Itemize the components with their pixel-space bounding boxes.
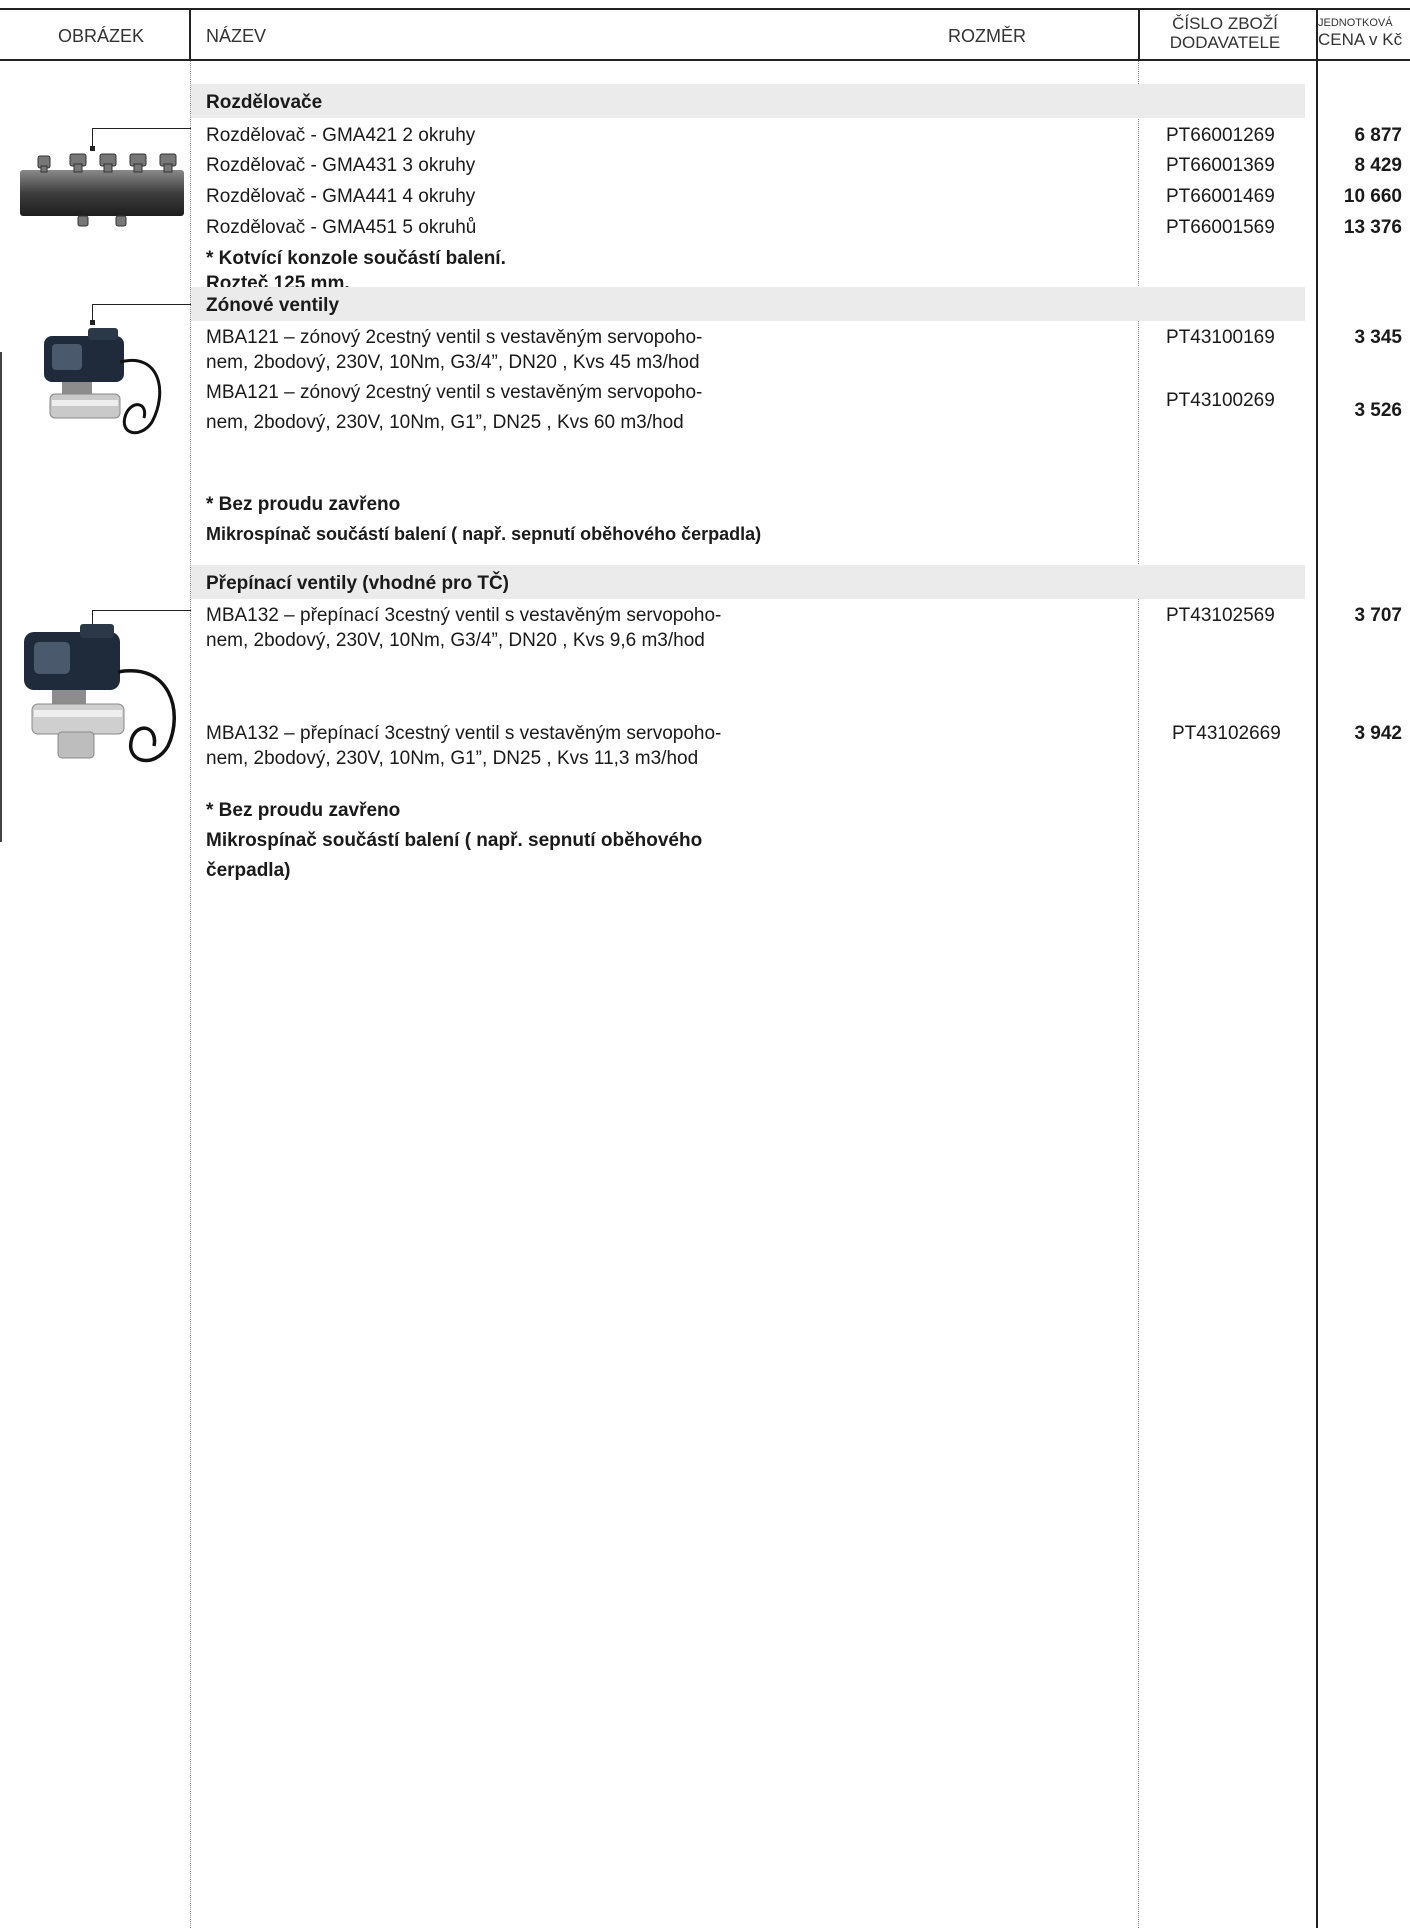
product-name-cont: nem, 2bodový, 230V, 10Nm, G3/4”, DN20 , … — [206, 352, 700, 373]
product-name: Rozdělovač - GMA431 3 okruhy — [206, 155, 476, 176]
product-price: 3 526 — [1354, 400, 1402, 421]
product-code: PT43102669 — [1172, 723, 1281, 744]
image-leader-line — [92, 128, 191, 149]
product-name: MBA121 – zónový 2cestný ventil s vestavě… — [206, 382, 703, 403]
section-header-bg — [191, 287, 1305, 321]
product-price: 8 429 — [1354, 155, 1402, 176]
product-price: 6 877 — [1354, 125, 1402, 146]
product-price: 3 942 — [1354, 723, 1402, 744]
product-code: PT43100169 — [1166, 327, 1275, 348]
manifold-product-photo — [20, 153, 184, 227]
product-name: Rozdělovač - GMA421 2 okruhy — [206, 125, 476, 146]
product-code: PT66001569 — [1166, 217, 1275, 238]
section-note: Mikrospínač součástí balení ( např. sepn… — [206, 524, 762, 544]
product-name: MBA132 – přepínací 3cestný ventil s vest… — [206, 605, 722, 626]
product-name-cont: nem, 2bodový, 230V, 10Nm, G3/4”, DN20 , … — [206, 630, 705, 651]
col-separator — [1138, 8, 1140, 61]
col-header-image: OBRÁZEK — [58, 26, 145, 46]
zone-valve-product-photo — [44, 328, 162, 435]
product-name: MBA121 – zónový 2cestný ventil s vestavě… — [206, 327, 703, 348]
product-price: 13 376 — [1343, 217, 1402, 238]
section-note: Mikrospínač součástí balení ( např. sepn… — [206, 830, 703, 851]
col-dotted-separator — [1138, 61, 1139, 1928]
switching-valve-product-photo — [24, 624, 176, 763]
product-name-cont: nem, 2bodový, 230V, 10Nm, G1”, DN25 , Kv… — [206, 412, 684, 433]
col-separator-price — [1316, 8, 1318, 1928]
header-bottom-rule — [0, 59, 1410, 61]
section-title: Přepínací ventily (vhodné pro TČ) — [206, 573, 509, 594]
section-note: čerpadla) — [206, 860, 291, 881]
col-header-size: ROZMĚR — [948, 26, 1026, 46]
page-edge-mark — [0, 352, 2, 842]
section-note: * Bez proudu zavřeno — [206, 800, 401, 821]
product-name: Rozdělovač - GMA441 4 okruhy — [206, 186, 476, 207]
col-header-code: ČÍSLO ZBOŽÍ DODAVATELE — [1169, 14, 1281, 52]
product-code: PT66001469 — [1166, 186, 1275, 207]
section-title: Rozdělovače — [206, 92, 323, 113]
product-price: 3 345 — [1354, 327, 1402, 348]
image-leader-line — [92, 304, 191, 323]
col-separator — [189, 8, 191, 61]
col-header-name: NÁZEV — [206, 26, 267, 46]
col-header-price: JEDNOTKOVÁ CENA v Kč — [1318, 17, 1403, 49]
product-name: MBA132 – přepínací 3cestný ventil s vest… — [206, 723, 722, 744]
product-name-cont: nem, 2bodový, 230V, 10Nm, G1”, DN25 , Kv… — [206, 748, 699, 769]
section-note: * Kotvící konzole součástí balení. — [206, 248, 506, 269]
product-code: PT66001269 — [1166, 125, 1275, 146]
product-code: PT43102569 — [1166, 605, 1275, 626]
header-top-rule — [0, 8, 1410, 10]
product-code: PT66001369 — [1166, 155, 1275, 176]
product-name: Rozdělovač - GMA451 5 okruhů — [206, 217, 477, 238]
col-dotted-separator — [190, 61, 191, 1928]
section-header-bg — [191, 84, 1305, 118]
section-title: Zónové ventily — [206, 295, 340, 316]
section-note: * Bez proudu zavřeno — [206, 494, 401, 515]
product-price: 3 707 — [1354, 605, 1402, 626]
product-price: 10 660 — [1343, 186, 1402, 207]
product-code: PT43100269 — [1166, 390, 1275, 411]
